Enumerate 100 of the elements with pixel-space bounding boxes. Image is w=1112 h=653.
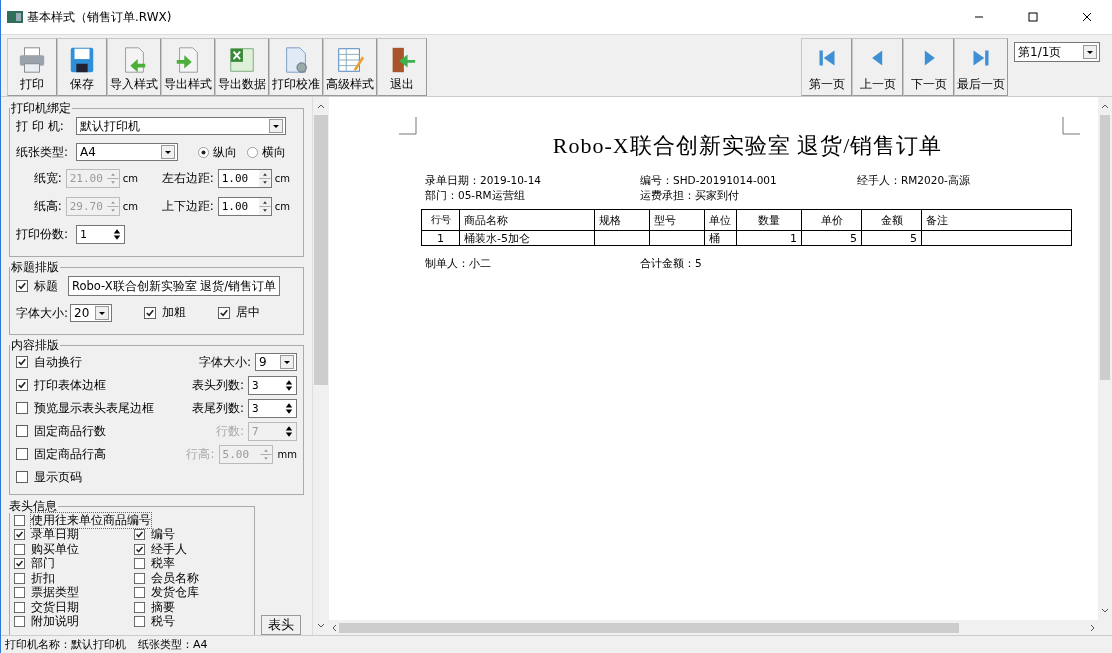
checkbox-label: 预览显示表头表尾边框: [34, 399, 154, 417]
spreadsheet-icon: [227, 45, 257, 75]
table-cell: 5: [801, 230, 862, 246]
field-label: 纸高:: [33, 198, 62, 215]
number-spinner[interactable]: 1.00: [217, 169, 272, 188]
document-field: 编号：SHD-20191014-001: [640, 173, 857, 188]
table-cell: 5: [861, 230, 922, 246]
option-checkbox[interactable]: [14, 601, 25, 613]
status-text: 打印机名称：默认打印机: [5, 637, 126, 652]
font-size-select[interactable]: 9: [255, 353, 297, 371]
toolbar-button[interactable]: 打印: [7, 38, 57, 96]
option-checkbox[interactable]: [134, 558, 145, 570]
table-cell: 桶装水-5加仑: [459, 230, 595, 246]
option-checkbox[interactable]: [144, 306, 157, 319]
checkbox-label: 折扣: [31, 570, 55, 586]
option-checkbox[interactable]: [16, 471, 28, 483]
option-checkbox[interactable]: [134, 587, 145, 599]
checkbox-label: 部门: [31, 556, 55, 572]
toolbar-button[interactable]: 高级样式: [323, 38, 377, 96]
field-label: 行数:: [215, 422, 244, 440]
group-legend: 标题排版: [10, 260, 60, 274]
paper-select[interactable]: A4: [76, 143, 178, 161]
checkbox-label: 编号: [151, 527, 175, 543]
field-label: 左右边距:: [161, 170, 214, 187]
printer-icon: [17, 45, 47, 75]
option-checkbox[interactable]: [134, 543, 145, 555]
unit-label: cm: [274, 173, 290, 184]
option-checkbox[interactable]: [16, 379, 28, 391]
group-legend: 内容排版: [10, 338, 60, 352]
column-header: 单位: [704, 209, 737, 231]
page-nav-button[interactable]: 第一页: [801, 38, 852, 96]
checkbox-label: 税率: [151, 556, 175, 572]
header-tab[interactable]: 表头: [261, 615, 301, 635]
option-checkbox[interactable]: [14, 572, 25, 584]
app-icon: [7, 11, 23, 23]
font-size-select[interactable]: 20: [70, 304, 113, 322]
page-nav-button[interactable]: 最后一页: [954, 38, 1008, 96]
document-field: 录单日期：2019-10-14: [425, 173, 640, 188]
checkbox-label: 标题: [34, 277, 58, 295]
option-checkbox[interactable]: [14, 616, 25, 628]
option-checkbox[interactable]: [16, 356, 28, 368]
option-checkbox[interactable]: [14, 543, 25, 555]
option-checkbox[interactable]: [134, 616, 145, 628]
window-title: 基本样式（销售订单.RWX): [27, 8, 172, 26]
orientation-radio[interactable]: [198, 146, 209, 158]
checkbox-label: 会员名称: [151, 570, 199, 586]
table-pencil-icon: [335, 45, 365, 75]
checkbox-label: 交货日期: [31, 599, 79, 615]
document-title: Robo-X联合创新实验室 退货/销售订单: [551, 132, 944, 160]
field-label: 纸张类型:: [16, 143, 70, 161]
column-header: 金额: [861, 209, 922, 231]
number-spinner[interactable]: 3: [248, 375, 297, 395]
table-cell: 桶: [704, 230, 737, 246]
title-checkbox[interactable]: [16, 280, 28, 292]
option-checkbox[interactable]: [134, 572, 145, 584]
option-checkbox[interactable]: [14, 529, 25, 541]
page-nav-button[interactable]: 上一页: [852, 38, 903, 96]
orientation-radio[interactable]: [247, 146, 258, 158]
checkbox-label: 固定商品行数: [34, 422, 106, 440]
column-header: 单价: [801, 209, 862, 231]
field-label: 字体大小:: [198, 353, 251, 371]
document-field: 制单人：小二: [425, 256, 640, 271]
option-checkbox[interactable]: [16, 402, 28, 414]
option-checkbox[interactable]: [134, 529, 145, 541]
table-cell: [594, 230, 650, 246]
checkbox-label: 打印表体边框: [34, 376, 106, 394]
column-header: 商品名称: [459, 209, 595, 231]
maximize-icon[interactable]: [1028, 12, 1038, 22]
field-label: 行高:: [186, 445, 215, 463]
printer-select[interactable]: 默认打印机: [76, 117, 286, 135]
close-icon[interactable]: [1082, 12, 1092, 22]
option-checkbox[interactable]: [134, 601, 145, 613]
document-field: 经手人：RM2020-高源: [857, 173, 1057, 188]
option-checkbox[interactable]: [16, 448, 28, 460]
option-checkbox[interactable]: [16, 425, 28, 437]
document-field: 运费承担：买家到付: [640, 188, 857, 203]
column-header: 数量: [736, 209, 802, 231]
option-checkbox[interactable]: [218, 306, 231, 319]
toolbar-button[interactable]: 打印校准: [269, 38, 323, 96]
toolbar-button[interactable]: 导出样式: [161, 38, 215, 96]
table-cell: 1: [736, 230, 802, 246]
title-input[interactable]: Robo-X联合创新实验室 退货/销售订单: [68, 276, 281, 296]
option-checkbox[interactable]: [14, 514, 25, 526]
copies-spinner[interactable]: 1: [76, 225, 125, 244]
page-select[interactable]: 第1/1页: [1014, 42, 1100, 62]
number-spinner[interactable]: 3: [248, 398, 297, 418]
toolbar-button[interactable]: 导入样式: [107, 38, 161, 96]
crop-mark-icon: [399, 117, 417, 135]
toolbar-button[interactable]: 导出数据: [215, 38, 269, 96]
toolbar-button[interactable]: 保存: [57, 38, 107, 96]
toolbar-button[interactable]: 退出: [377, 38, 427, 96]
unit-label: cm: [122, 173, 138, 184]
number-spinner[interactable]: 1.00: [217, 197, 272, 216]
column-header: 备注: [921, 209, 1072, 231]
option-checkbox[interactable]: [14, 587, 25, 599]
radio-label: 纵向: [213, 143, 237, 161]
option-checkbox[interactable]: [14, 558, 25, 570]
page-nav-button[interactable]: 下一页: [903, 38, 954, 96]
scrollbar[interactable]: [312, 97, 329, 635]
field-label: 表尾列数:: [191, 399, 244, 417]
